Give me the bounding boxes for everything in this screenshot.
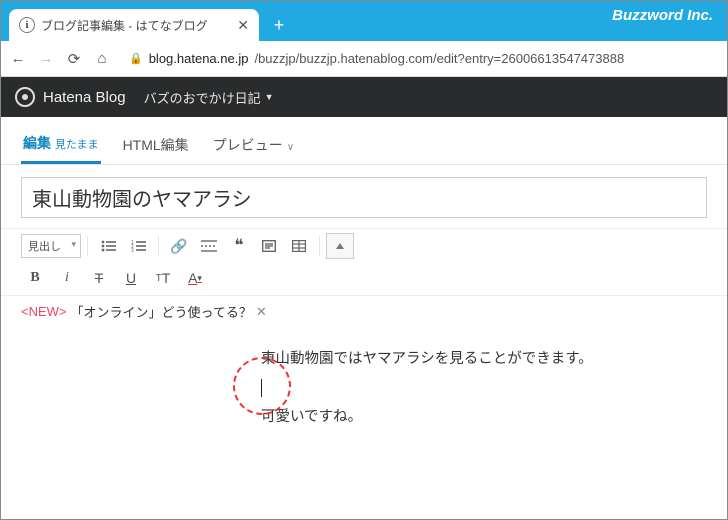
promo-close-button[interactable]: ✕ (256, 304, 267, 320)
link-button[interactable]: 🔗 (165, 233, 193, 259)
heading-select[interactable]: 見出し▾ (21, 234, 81, 258)
body-cursor-line (261, 374, 707, 403)
blog-name: バズのおでかけ日記 (144, 88, 261, 107)
forward-button: → (37, 50, 55, 67)
brand-text: Buzzword Inc. (612, 7, 713, 24)
ordered-list-button[interactable]: 123 (124, 233, 152, 259)
read-more-button[interactable] (195, 233, 223, 259)
bold-button[interactable]: B (21, 265, 49, 291)
blockquote-button[interactable]: ❝ (225, 233, 253, 259)
lock-icon: 🔒 (129, 52, 143, 65)
service-name: Hatena Blog (43, 89, 126, 106)
url-host: blog.hatena.ne.jp (149, 51, 249, 66)
promo-text[interactable]: 「オンライン」どう使ってる？ (71, 302, 252, 321)
tab-html[interactable]: HTML編集 (121, 127, 191, 163)
text-color-button[interactable]: A▾ (181, 265, 209, 291)
italic-button[interactable]: i (53, 265, 81, 291)
tab-edit[interactable]: 編集 見たまま (21, 125, 101, 164)
new-tag: <NEW> (21, 304, 67, 319)
body-line: 可愛いですね。 (261, 403, 707, 432)
back-button[interactable]: ← (9, 50, 27, 67)
chevron-down-icon: ∨ (287, 142, 294, 153)
unordered-list-button[interactable] (94, 233, 122, 259)
info-icon: i (19, 17, 35, 33)
table-button[interactable] (285, 233, 313, 259)
tab-preview[interactable]: プレビュー∨ (211, 127, 296, 163)
address-bar[interactable]: 🔒 blog.hatena.ne.jp/buzzjp/buzzjp.hatena… (121, 51, 719, 66)
editor-tabs: 編集 見たまま HTML編集 プレビュー∨ (1, 117, 727, 165)
format-toolbar: 見出し▾ 123 🔗 ❝ B i T U TT A▾ (1, 228, 727, 296)
service-logo[interactable]: Hatena Blog (15, 87, 126, 107)
promo-banner: <NEW> 「オンライン」どう使ってる？ ✕ (1, 296, 727, 327)
blog-header: Hatena Blog バズのおでかけ日記 ▼ (1, 77, 727, 117)
hatena-icon (15, 87, 35, 107)
new-tab-button[interactable]: + (265, 11, 293, 39)
chevron-down-icon: ▾ (71, 239, 76, 250)
svg-text:3: 3 (131, 248, 134, 252)
home-button[interactable]: ⌂ (93, 50, 111, 67)
underline-button[interactable]: U (117, 265, 145, 291)
code-block-button[interactable] (255, 233, 283, 259)
post-title-input[interactable] (21, 177, 707, 218)
close-icon[interactable]: ✕ (237, 17, 249, 34)
url-path: /buzzjp/buzzjp.hatenablog.com/edit?entry… (254, 51, 624, 66)
strikethrough-button[interactable]: T (85, 265, 113, 291)
reload-button[interactable]: ⟳ (65, 50, 83, 68)
font-size-button[interactable]: TT (149, 265, 177, 291)
collapse-toolbar-button[interactable] (326, 233, 354, 259)
chevron-down-icon: ▼ (265, 92, 274, 102)
blog-selector[interactable]: バズのおでかけ日記 ▼ (144, 88, 274, 107)
tab-title: ブログ記事編集 - はてなブログ (41, 17, 231, 34)
browser-tab[interactable]: i ブログ記事編集 - はてなブログ ✕ (9, 9, 259, 41)
browser-toolbar: ← → ⟳ ⌂ 🔒 blog.hatena.ne.jp/buzzjp/buzzj… (1, 41, 727, 77)
body-line: 東山動物園ではヤマアラシを見ることができます。 (261, 345, 707, 374)
editor-body[interactable]: 東山動物園ではヤマアラシを見ることができます。 可愛いですね。 (1, 327, 727, 450)
